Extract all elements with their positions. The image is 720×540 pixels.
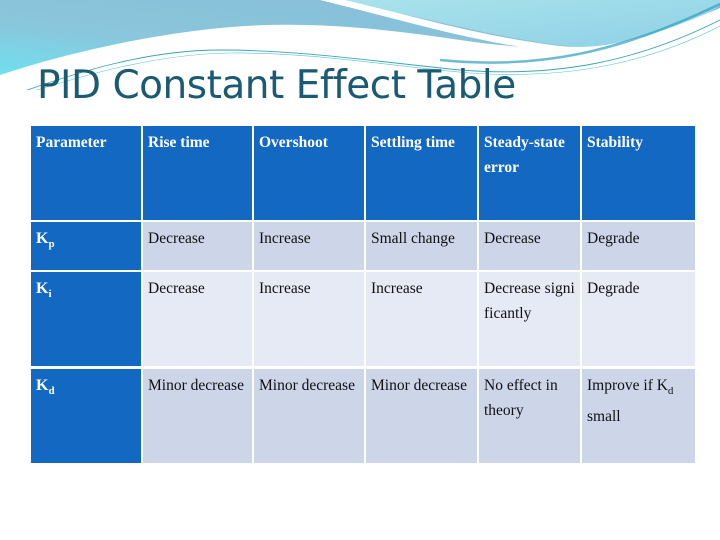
- kd-overshoot: Minor decrease: [254, 369, 364, 463]
- param-subscript: i: [48, 288, 52, 300]
- param-symbol: K: [36, 230, 49, 247]
- row-header-kp: Kp: [31, 222, 141, 270]
- header-rise-time: Rise time: [143, 126, 252, 220]
- slide-title: PID Constant Effect Table: [37, 63, 516, 108]
- param-subscript: d: [48, 385, 55, 397]
- kp-rise-time: Decrease: [143, 222, 252, 270]
- kp-steady-state-error: Decrease: [479, 222, 580, 270]
- row-header-ki: Ki: [31, 272, 141, 366]
- kp-stability: Degrade: [582, 222, 695, 270]
- kd-settling-time: Minor decrease: [366, 369, 477, 463]
- kd-rise-time: Minor decrease: [143, 369, 252, 463]
- param-symbol: K: [36, 377, 49, 394]
- kd-stability: Improve if Kd small: [582, 369, 695, 463]
- kd-steady-state-error: No effect in theory: [479, 369, 580, 463]
- ki-stability: Degrade: [582, 272, 695, 366]
- header-steady-state-error: Steady-state error: [479, 126, 580, 220]
- stability-text-post: small: [587, 408, 621, 425]
- stability-text-pre: Improve if K: [587, 377, 668, 394]
- kp-overshoot: Increase: [254, 222, 364, 270]
- header-settling-time: Settling time: [366, 126, 477, 220]
- header-overshoot: Overshoot: [254, 126, 364, 220]
- ki-steady-state-error: Decrease significantly: [479, 272, 580, 366]
- param-symbol: K: [36, 280, 49, 297]
- stability-subscript: d: [667, 385, 674, 397]
- header-parameter: Parameter: [31, 126, 141, 220]
- header-stability: Stability: [582, 126, 695, 220]
- row-header-kd: Kd: [31, 369, 141, 463]
- param-subscript: p: [48, 238, 55, 250]
- kp-settling-time: Small change: [366, 222, 477, 270]
- ki-overshoot: Increase: [254, 272, 364, 366]
- ki-rise-time: Decrease: [143, 272, 252, 366]
- ki-settling-time: Increase: [366, 272, 477, 366]
